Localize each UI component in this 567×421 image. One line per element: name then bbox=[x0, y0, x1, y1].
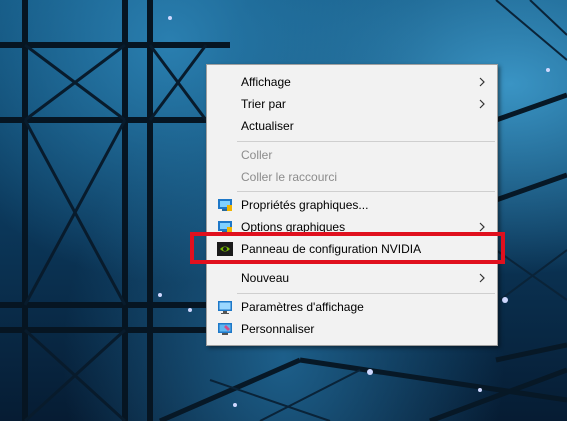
display-settings-icon bbox=[218, 301, 232, 314]
desktop-context-menu: Affichage Trier par Actualiser Coller Co… bbox=[206, 64, 498, 346]
menu-item-trier-par[interactable]: Trier par bbox=[207, 93, 497, 115]
menu-item-label: Trier par bbox=[241, 97, 286, 111]
menu-item-personnaliser[interactable]: Personnaliser bbox=[207, 318, 497, 340]
menu-item-coller[interactable]: Coller bbox=[207, 144, 497, 166]
menu-item-label: Nouveau bbox=[241, 271, 290, 285]
menu-item-affichage[interactable]: Affichage bbox=[207, 71, 497, 93]
menu-separator bbox=[237, 191, 495, 192]
menu-item-proprietes-graphiques[interactable]: Propriétés graphiques... bbox=[207, 194, 497, 216]
menu-item-label: Propriétés graphiques... bbox=[241, 198, 369, 212]
menu-item-parametres-affichage[interactable]: Paramètres d'affichage bbox=[207, 296, 497, 318]
chevron-right-icon bbox=[479, 273, 485, 283]
menu-item-label: Paramètres d'affichage bbox=[241, 300, 364, 314]
menu-separator bbox=[237, 293, 495, 294]
menu-item-label: Coller bbox=[241, 148, 273, 162]
menu-separator bbox=[237, 141, 495, 142]
menu-item-coller-raccourci[interactable]: Coller le raccourci bbox=[207, 166, 497, 188]
menu-item-label: Coller le raccourci bbox=[241, 170, 338, 184]
personalize-icon bbox=[218, 323, 232, 335]
menu-item-actualiser[interactable]: Actualiser bbox=[207, 115, 497, 137]
menu-item-nouveau[interactable]: Nouveau bbox=[207, 267, 497, 289]
menu-item-label: Affichage bbox=[241, 75, 291, 89]
chevron-right-icon bbox=[479, 99, 485, 109]
chevron-right-icon bbox=[479, 77, 485, 87]
nvidia-highlight-box bbox=[190, 232, 505, 264]
chevron-right-icon bbox=[479, 222, 485, 232]
menu-item-label: Actualiser bbox=[241, 119, 294, 133]
intel-graphics-icon bbox=[218, 199, 232, 211]
menu-item-label: Personnaliser bbox=[241, 322, 315, 336]
